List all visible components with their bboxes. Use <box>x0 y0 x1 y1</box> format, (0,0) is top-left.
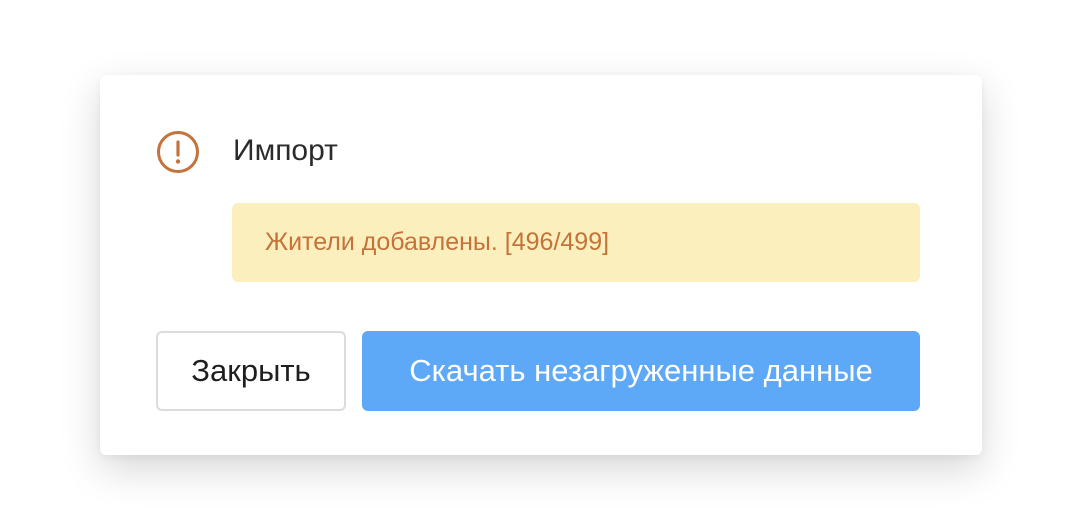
import-result-alert: Жители добавлены. [496/499] <box>232 203 920 282</box>
download-button-label: Скачать незагруженные данные <box>409 353 873 388</box>
close-button-label: Закрыть <box>191 353 311 388</box>
dialog-title: Импорт <box>233 134 338 167</box>
import-result-message: Жители добавлены. [496/499] <box>265 228 610 256</box>
download-failed-data-button[interactable]: Скачать незагруженные данные <box>362 331 920 411</box>
close-button[interactable]: Закрыть <box>156 331 346 411</box>
warning-circle-icon <box>156 130 200 174</box>
import-dialog: Импорт Жители добавлены. [496/499] Закры… <box>100 75 982 455</box>
